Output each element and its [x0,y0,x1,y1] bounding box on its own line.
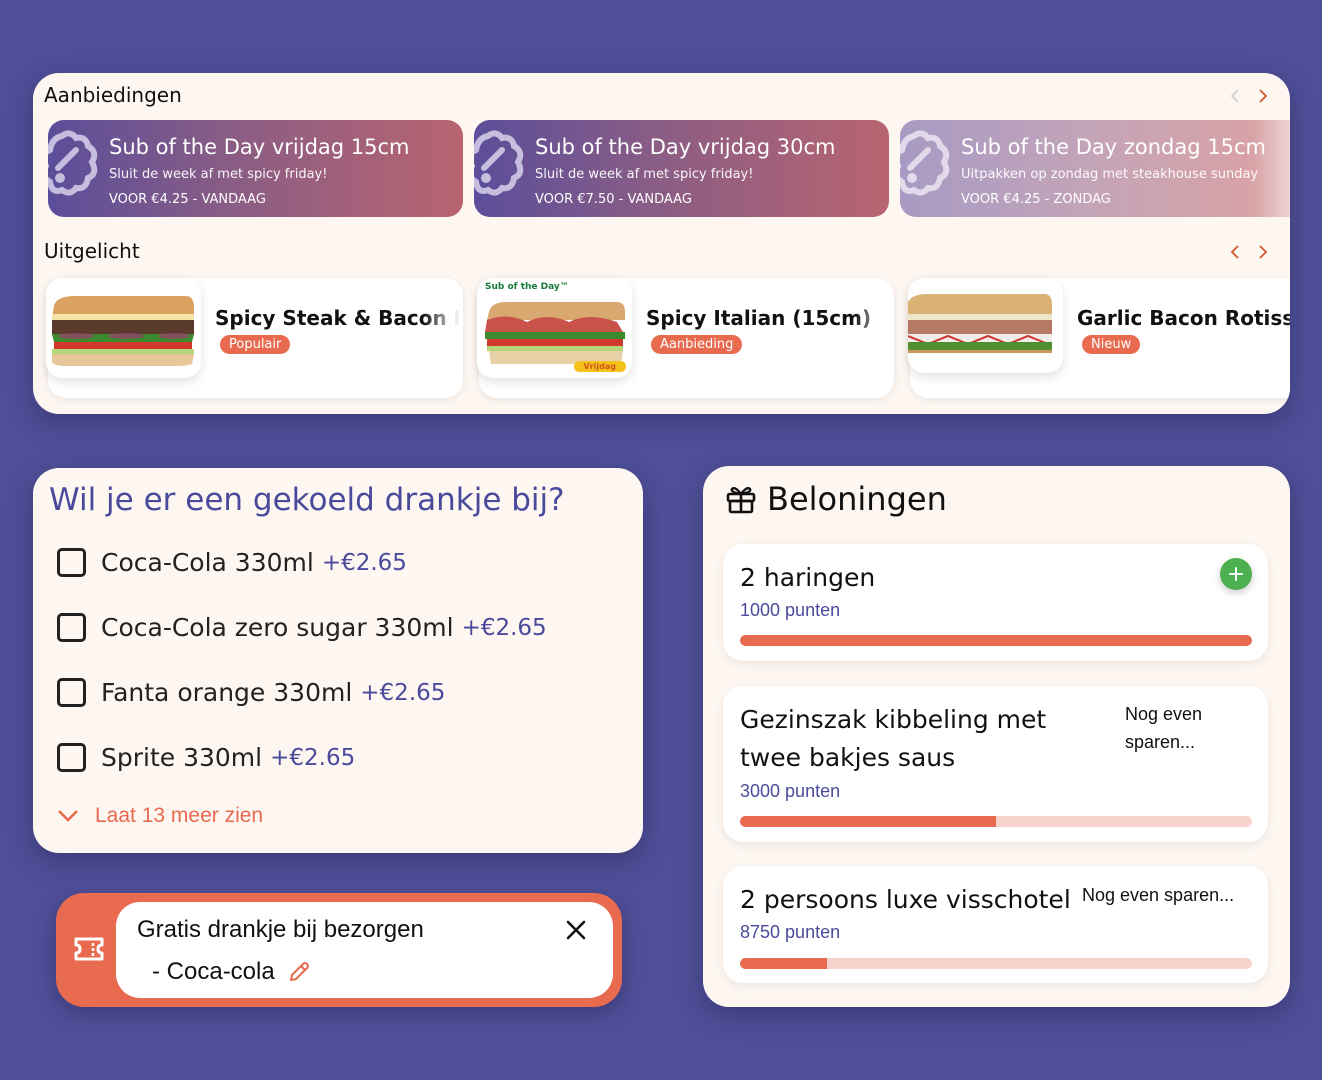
discount-badge-icon [900,130,950,196]
drink-checkbox[interactable] [57,743,86,772]
discount-badge-icon [48,130,98,196]
reward-card[interactable]: Gezinszak kibbeling met twee bakjes saus… [723,686,1268,842]
featured-next-button[interactable] [1256,242,1270,262]
chevron-down-icon [58,810,78,822]
offer-title: Sub of the Day vrijdag 30cm [535,135,836,159]
reward-progress-fill [740,635,1252,646]
offer-title: Sub of the Day vrijdag 15cm [109,135,410,159]
drink-option[interactable]: Sprite 330ml +€2.65 [57,743,355,772]
offer-card[interactable]: Sub of the Day vrijdag 15cm Sluit de wee… [48,120,463,217]
chevron-left-icon [1230,245,1239,259]
reward-progress-bar [740,635,1252,646]
chevron-right-icon [1259,245,1268,259]
offer-card[interactable]: Sub of the Day vrijdag 30cm Sluit de wee… [474,120,889,217]
coupon-title: Gratis drankje bij bezorgen [137,916,424,943]
day-tag: Vrijdag [573,361,626,372]
drink-price: +€2.65 [461,614,547,641]
close-icon[interactable] [565,919,587,941]
drink-label: Coca-Cola 330ml [101,548,314,577]
ticket-icon [74,937,104,961]
reward-progress-fill [740,816,996,827]
drink-label: Fanta orange 330ml [101,678,353,707]
rewards-header: Beloningen [725,480,947,518]
offer-price: VOOR €4.25 - VANDAAG [109,192,266,207]
gift-icon [726,486,756,514]
coupon-banner: Gratis drankje bij bezorgen - Coca-cola [56,893,622,1007]
coupon-content: Gratis drankje bij bezorgen - Coca-cola [116,902,613,998]
rewards-panel: Beloningen 2 haringen 1000 punten Gezins… [703,466,1290,1007]
reward-status: Nog even sparen... [1125,704,1203,752]
featured-badge: Aanbieding [651,335,743,354]
featured-nav [1228,242,1270,262]
featured-carousel: Spicy Steak & Bacon Melt Populair Sub of… [46,278,1290,398]
offers-nav [1228,86,1270,106]
drink-option[interactable]: Coca-Cola zero sugar 330ml +€2.65 [57,613,547,642]
sandwich-steak-image [46,278,201,378]
drink-label: Coca-Cola zero sugar 330ml [101,613,454,642]
drink-option[interactable]: Coca-Cola 330ml +€2.65 [57,548,407,577]
featured-badge: Nieuw [1082,335,1141,354]
offer-title: Sub of the Day zondag 15cm [961,135,1266,159]
drinks-panel: Wil je er een gekoeld drankje bij? Coca-… [33,468,643,853]
offers-featured-panel: Aanbiedingen Sub of the Day vrijdag 15cm… [33,73,1290,414]
reward-progress-bar [740,816,1252,827]
coupon-item: - Coca-cola [152,958,311,986]
reward-points: 8750 punten [740,922,841,942]
show-more-label: Laat 13 meer zien [95,804,264,827]
drinks-title: Wil je er een gekoeld drankje bij? [49,482,565,518]
featured-title: Uitgelicht [44,239,140,263]
drink-price: +€2.65 [360,679,446,706]
sandwich-italian-image: Sub of the Day™ Vrijdag [477,278,632,378]
offer-card[interactable]: Sub of the Day zondag 15cm Uitpakken op … [900,120,1290,217]
featured-card[interactable]: Sub of the Day™ Vrijdag Spicy Italian (1… [477,278,894,398]
reward-card[interactable]: 2 haringen 1000 punten [723,544,1268,661]
featured-prev-button[interactable] [1228,242,1242,262]
offers-carousel: Sub of the Day vrijdag 15cm Sluit de wee… [48,120,1290,217]
featured-name: Garlic Bacon Rotisserie [1077,306,1290,330]
pencil-icon[interactable] [287,960,311,984]
offer-subtitle: Uitpakken op zondag met steakhouse sunda… [961,167,1259,182]
discount-badge-icon [474,130,524,196]
reward-card[interactable]: 2 persoons luxe visschotel Nog even spar… [723,866,1268,983]
reward-points: 3000 punten [740,781,841,801]
drink-checkbox[interactable] [57,678,86,707]
drink-checkbox[interactable] [57,548,86,577]
featured-name: Spicy Steak & Bacon Melt [215,306,460,330]
show-more-button[interactable]: Laat 13 meer zien [57,804,263,828]
chevron-right-icon [1259,89,1268,103]
reward-name: Gezinszak kibbeling met twee bakjes saus [740,705,1047,772]
rewards-title: Beloningen [767,480,947,518]
offer-subtitle: Sluit de week af met spicy friday! [535,167,754,182]
drink-price: +€2.65 [270,744,356,771]
featured-card[interactable]: Spicy Steak & Bacon Melt Populair [46,278,463,398]
featured-card[interactable]: Garlic Bacon Rotisserie Nieuw [908,278,1290,398]
featured-badge: Populair [220,335,291,354]
offer-price: VOOR €4.25 - ZONDAG [961,192,1111,207]
sandwich-rotisserie-image [908,278,1063,373]
featured-name: Spicy Italian (15cm) [646,306,872,330]
drink-option[interactable]: Fanta orange 330ml +€2.65 [57,678,445,707]
drink-price: +€2.65 [321,549,407,576]
reward-status: Nog even sparen... [1082,885,1235,905]
reward-progress-fill [740,958,828,969]
reward-name: 2 haringen [740,563,876,592]
offers-title: Aanbiedingen [44,83,182,107]
chevron-left-icon [1230,89,1239,103]
reward-name: 2 persoons luxe visschotel [740,885,1071,914]
plus-icon [1229,567,1243,581]
offer-price: VOOR €7.50 - VANDAAG [535,192,692,207]
reward-points: 1000 punten [740,600,841,620]
coupon-item-label: - Coca-cola [152,958,275,985]
reward-progress-bar [740,958,1252,969]
drink-checkbox[interactable] [57,613,86,642]
offer-subtitle: Sluit de week af met spicy friday! [109,167,328,182]
drink-label: Sprite 330ml [101,743,263,772]
offers-prev-button[interactable] [1228,86,1242,106]
offers-next-button[interactable] [1256,86,1270,106]
sub-of-the-day-label: Sub of the Day™ [485,282,569,292]
redeem-button[interactable] [1220,558,1252,590]
